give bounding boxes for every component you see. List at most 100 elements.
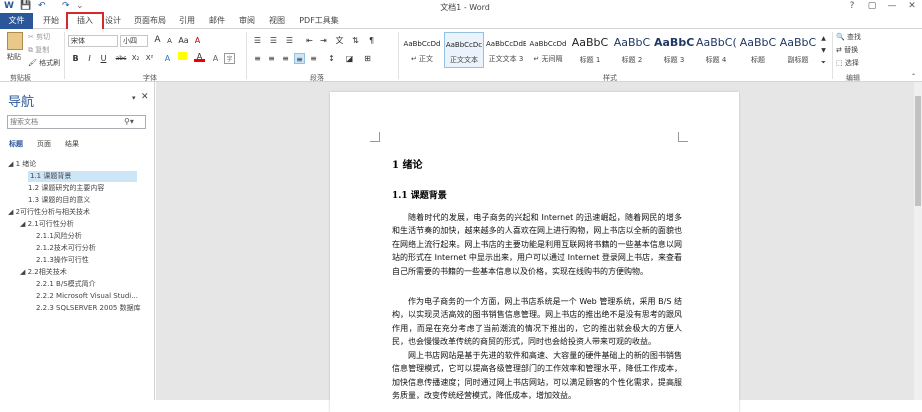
paste-button[interactable]: 粘贴 bbox=[7, 52, 21, 62]
tab-file[interactable]: 文件 bbox=[0, 13, 33, 29]
nav-tree-item[interactable]: ◢ 1 绪论 bbox=[8, 159, 36, 170]
find-button[interactable]: 🔍 查找 bbox=[836, 32, 861, 42]
subscript-button[interactable]: X₂ bbox=[130, 53, 141, 64]
enclose-char-icon[interactable]: 字 bbox=[224, 53, 235, 64]
search-icon[interactable]: ⚲▾ bbox=[124, 117, 134, 126]
justify-icon[interactable]: ≡ bbox=[294, 53, 305, 64]
align-center-icon[interactable]: ≡ bbox=[266, 53, 277, 64]
save-icon[interactable]: 💾 bbox=[20, 1, 31, 11]
text-effects-icon[interactable]: A bbox=[162, 53, 173, 64]
nav-tab-pages[interactable]: 页面 bbox=[37, 139, 51, 149]
font-name-select[interactable]: 宋体 bbox=[68, 35, 118, 47]
sort-icon[interactable]: ⇅ bbox=[350, 35, 361, 46]
nav-tree-item-selected[interactable]: 1.1 课题背景 bbox=[28, 171, 137, 182]
distribute-icon[interactable]: ≡ bbox=[308, 53, 319, 64]
tab-view[interactable]: 视图 bbox=[266, 14, 288, 29]
tab-references[interactable]: 引用 bbox=[176, 14, 198, 29]
style-item[interactable]: AaBbCcDd ↵ 正文 bbox=[402, 32, 442, 68]
undo-icon[interactable]: ↶ bbox=[38, 1, 46, 11]
nav-tree-item[interactable]: 2.1.1风险分析 bbox=[36, 231, 82, 242]
superscript-button[interactable]: X² bbox=[144, 53, 155, 64]
style-preview: AaBbC bbox=[739, 36, 777, 49]
close-icon[interactable]: ✕ bbox=[902, 0, 922, 13]
highlight-color-icon[interactable] bbox=[178, 52, 187, 60]
tab-pdf-tools[interactable]: PDF工具集 bbox=[298, 14, 340, 29]
nav-tree-item[interactable]: ◢ 2可行性分析与相关技术 bbox=[8, 207, 90, 218]
multilevel-list-icon[interactable]: ☰ bbox=[284, 35, 295, 46]
align-left-icon[interactable]: ≡ bbox=[252, 53, 263, 64]
paste-icon[interactable] bbox=[7, 32, 23, 50]
nav-tree-item[interactable]: ◢ 2.1可行性分析 bbox=[20, 219, 74, 230]
tab-insert[interactable]: 插入 bbox=[66, 12, 104, 29]
replace-button[interactable]: ⇄ 替换 bbox=[836, 45, 858, 55]
copy-button[interactable]: ⧉ 复制 bbox=[28, 45, 49, 55]
char-shading-icon[interactable]: A bbox=[210, 53, 221, 64]
tab-review[interactable]: 审阅 bbox=[236, 14, 258, 29]
nav-tree-item[interactable]: 2.2.2 Microsoft Visual Studi... bbox=[36, 291, 138, 302]
redo-icon[interactable]: ↷ bbox=[62, 1, 70, 11]
show-marks-icon[interactable]: ¶ bbox=[366, 35, 377, 46]
style-item[interactable]: AaBbC 标题 2 bbox=[612, 32, 652, 68]
bold-button[interactable]: B bbox=[70, 53, 81, 64]
collapse-ribbon-icon[interactable]: ⌃ bbox=[908, 71, 919, 82]
customize-qat-icon[interactable]: ⌄ bbox=[76, 1, 84, 11]
nav-tab-results[interactable]: 结果 bbox=[65, 139, 79, 149]
nav-tree-item[interactable]: 2.1.3操作可行性 bbox=[36, 255, 89, 266]
style-item[interactable]: AaBbCb 标题 3 bbox=[654, 32, 694, 68]
help-icon[interactable]: ? bbox=[842, 0, 862, 13]
select-button[interactable]: ⬚ 选择 bbox=[836, 58, 859, 68]
clear-format-button[interactable]: A bbox=[192, 35, 203, 46]
shrink-font-button[interactable]: A bbox=[164, 36, 175, 47]
styles-more-icon[interactable]: ⏷ bbox=[818, 57, 829, 68]
nav-tree-item[interactable]: ◢ 2.2相关技术 bbox=[20, 267, 67, 278]
styles-scroll-up-icon[interactable]: ▲ bbox=[818, 33, 829, 44]
style-name: 标题 bbox=[751, 56, 765, 64]
style-item[interactable]: AaBbC 标题 bbox=[738, 32, 778, 68]
increase-indent-icon[interactable]: ⇥ bbox=[318, 35, 329, 46]
style-item[interactable]: AaBbCcDdE 正文文本 3 bbox=[486, 32, 526, 68]
styles-scroll-down-icon[interactable]: ▼ bbox=[818, 45, 829, 56]
nav-tree-item[interactable]: 1.2 课题研究的主要内容 bbox=[28, 183, 104, 194]
format-painter-button[interactable]: 🖌 格式刷 bbox=[28, 58, 60, 68]
underline-button[interactable]: U bbox=[98, 53, 109, 64]
crop-mark bbox=[678, 132, 688, 142]
grow-font-button[interactable]: A bbox=[152, 35, 163, 46]
align-right-icon[interactable]: ≡ bbox=[280, 53, 291, 64]
cut-button[interactable]: ✂ 剪切 bbox=[28, 32, 50, 42]
minimize-icon[interactable]: — bbox=[882, 0, 902, 13]
tab-layout[interactable]: 页面布局 bbox=[132, 14, 168, 29]
nav-title: 导航 bbox=[8, 95, 35, 110]
style-item[interactable]: AaBbC 标题 1 bbox=[570, 32, 610, 68]
style-item[interactable]: AaBbC(标题 4 bbox=[696, 32, 736, 68]
font-size-select[interactable]: 小四 bbox=[120, 35, 148, 47]
numbering-icon[interactable]: ☰ bbox=[268, 35, 279, 46]
chinese-layout-icon[interactable]: 文 bbox=[334, 35, 345, 46]
tab-design[interactable]: 设计 bbox=[104, 14, 122, 29]
font-color-icon[interactable]: A bbox=[194, 51, 205, 62]
nav-tab-headings[interactable]: 标题 bbox=[9, 139, 23, 149]
tab-home[interactable]: 开始 bbox=[38, 14, 64, 29]
shading-icon[interactable]: ◪ bbox=[344, 53, 355, 64]
nav-tree-item[interactable]: 2.2.3 SQLSERVER 2005 数据库 bbox=[36, 303, 141, 314]
style-item[interactable]: AaBbCcDd ↵ 无间隔 bbox=[528, 32, 568, 68]
decrease-indent-icon[interactable]: ⇤ bbox=[304, 35, 315, 46]
borders-icon[interactable]: ⊞ bbox=[362, 53, 373, 64]
strikethrough-button[interactable]: abc bbox=[114, 53, 128, 64]
line-spacing-icon[interactable]: ↕ bbox=[326, 53, 337, 64]
restore-ribbon-icon[interactable]: ▢ bbox=[862, 0, 882, 13]
nav-tree-item[interactable]: 2.1.2技术可行分析 bbox=[36, 243, 96, 254]
change-case-button[interactable]: Aa bbox=[178, 35, 189, 46]
nav-tree-item[interactable]: 2.2.1 B/S模式简介 bbox=[36, 279, 96, 290]
italic-button[interactable]: I bbox=[84, 53, 95, 64]
vertical-scrollbar[interactable] bbox=[914, 82, 922, 400]
style-item[interactable]: AaBbCcDc 正文文本 bbox=[444, 32, 484, 68]
nav-tree-item[interactable]: 1.3 课题的目的意义 bbox=[28, 195, 90, 206]
scrollbar-thumb[interactable] bbox=[915, 96, 921, 206]
nav-options-icon[interactable]: ▾ bbox=[132, 94, 136, 102]
bullets-icon[interactable]: ☰ bbox=[252, 35, 263, 46]
nav-close-icon[interactable]: ✕ bbox=[141, 92, 149, 102]
tab-mailings[interactable]: 邮件 bbox=[206, 14, 228, 29]
document-page[interactable]: 1 绪论 1.1 课题背景 随着时代的发展，电子商务的兴起和 Internet … bbox=[330, 92, 739, 412]
style-item[interactable]: AaBbC 副标题 bbox=[778, 32, 818, 68]
style-preview: AaBbC bbox=[571, 36, 609, 49]
